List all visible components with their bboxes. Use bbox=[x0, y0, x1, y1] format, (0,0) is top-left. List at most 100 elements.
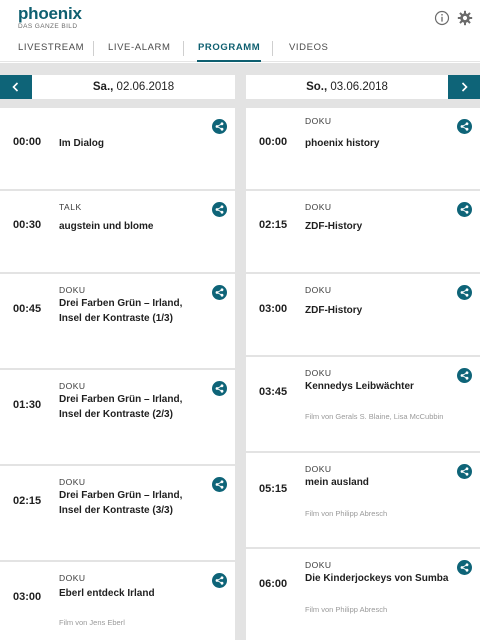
program-genre: DOKU bbox=[59, 381, 86, 391]
share-icon bbox=[215, 384, 224, 393]
next-day-button[interactable] bbox=[448, 75, 480, 99]
program-time: 01:30 bbox=[13, 399, 42, 411]
program-card[interactable]: DOKU 05:15 mein ausland Film von Philipp… bbox=[246, 453, 480, 547]
share-icon bbox=[460, 467, 469, 476]
program-time: 03:45 bbox=[259, 386, 288, 398]
program-time: 03:00 bbox=[13, 591, 42, 603]
program-genre: DOKU bbox=[59, 573, 86, 583]
program-title: Kennedys Leibwächter bbox=[305, 381, 414, 392]
phoenix-logo[interactable]: phoenix DAS GANZE BILD bbox=[18, 5, 82, 31]
share-button[interactable] bbox=[212, 119, 227, 134]
main-tabs: LIVESTREAM LIVE-ALARM PROGRAMM VIDEOS bbox=[0, 36, 480, 62]
program-title: augstein und blome bbox=[59, 221, 154, 232]
program-title: mein ausland bbox=[305, 477, 369, 488]
share-button[interactable] bbox=[212, 573, 227, 588]
tab-programm[interactable]: PROGRAMM bbox=[197, 36, 262, 62]
share-button[interactable] bbox=[212, 202, 227, 217]
program-genre: DOKU bbox=[305, 464, 332, 474]
program-credit: Film von Philipp Abresch bbox=[305, 605, 388, 614]
program-title: Drei Farben Grün – Irland, Insel der Kon… bbox=[59, 394, 183, 420]
share-button[interactable] bbox=[212, 477, 227, 492]
program-genre: DOKU bbox=[305, 368, 332, 378]
program-card[interactable]: DOKU 02:15 Drei Farben Grün – Irland, In… bbox=[0, 466, 235, 560]
tab-livestream[interactable]: LIVESTREAM bbox=[18, 36, 84, 62]
share-icon bbox=[460, 371, 469, 380]
program-time: 06:00 bbox=[259, 578, 288, 590]
share-button[interactable] bbox=[212, 381, 227, 396]
program-genre: DOKU bbox=[305, 285, 332, 295]
app-header: phoenix DAS GANZE BILD bbox=[0, 0, 480, 36]
program-genre: DOKU bbox=[305, 560, 332, 570]
share-button[interactable] bbox=[212, 285, 227, 300]
tab-videos[interactable]: VIDEOS bbox=[289, 36, 329, 62]
program-card[interactable]: DOKU 02:15 ZDF-History bbox=[246, 191, 480, 272]
program-time: 00:45 bbox=[13, 303, 42, 315]
share-icon bbox=[460, 122, 469, 131]
program-title: phoenix history bbox=[305, 138, 380, 149]
program-title: ZDF-History bbox=[305, 305, 363, 316]
program-time: 03:00 bbox=[259, 303, 288, 315]
share-icon bbox=[460, 563, 469, 572]
program-card[interactable]: 00:00 Im Dialog bbox=[0, 108, 235, 189]
program-genre: DOKU bbox=[305, 116, 332, 126]
share-icon bbox=[215, 480, 224, 489]
program-title: Drei Farben Grün – Irland, Insel der Kon… bbox=[59, 298, 183, 324]
info-icon[interactable] bbox=[434, 10, 450, 26]
day-header-sunday: So., 03.06.2018 bbox=[246, 75, 448, 99]
day-header-date: So., 03.06.2018 bbox=[246, 75, 448, 99]
share-button[interactable] bbox=[457, 368, 472, 383]
program-genre: DOKU bbox=[59, 477, 86, 487]
program-credit: Film von Jens Eberl bbox=[59, 618, 125, 627]
program-card[interactable]: DOKU 00:00 phoenix history bbox=[246, 108, 480, 189]
program-time: 00:30 bbox=[13, 219, 42, 231]
program-time: 00:00 bbox=[13, 136, 42, 148]
program-time: 02:15 bbox=[259, 219, 288, 231]
share-button[interactable] bbox=[457, 464, 472, 479]
share-button[interactable] bbox=[457, 285, 472, 300]
program-title: Die Kinderjockeys von Sumba bbox=[305, 573, 449, 584]
share-button[interactable] bbox=[457, 202, 472, 217]
day-header-saturday: Sa., 02.06.2018 bbox=[32, 75, 235, 99]
program-card[interactable]: DOKU 03:45 Kennedys Leibwächter Film von… bbox=[246, 357, 480, 451]
program-title: Drei Farben Grün – Irland, Insel der Kon… bbox=[59, 490, 183, 516]
program-card[interactable]: DOKU 01:30 Drei Farben Grün – Irland, In… bbox=[0, 370, 235, 464]
tab-live-alarm[interactable]: LIVE-ALARM bbox=[108, 36, 171, 62]
logo-text: phoenix bbox=[18, 4, 82, 23]
share-icon bbox=[460, 205, 469, 214]
chevron-right-icon bbox=[461, 82, 468, 92]
program-card[interactable]: DOKU 06:00 Die Kinderjockeys von Sumba F… bbox=[246, 549, 480, 640]
program-genre: DOKU bbox=[305, 202, 332, 212]
share-icon bbox=[215, 205, 224, 214]
program-time: 02:15 bbox=[13, 495, 42, 507]
program-title: ZDF-History bbox=[305, 221, 363, 232]
share-icon bbox=[215, 576, 224, 585]
program-credit: Film von Philipp Abresch bbox=[305, 509, 388, 518]
day-label: Sa., bbox=[92, 81, 114, 93]
tab-divider bbox=[183, 41, 184, 56]
share-icon bbox=[215, 288, 224, 297]
share-button[interactable] bbox=[457, 119, 472, 134]
gear-icon[interactable] bbox=[457, 10, 473, 26]
chevron-left-icon bbox=[12, 82, 19, 92]
program-card[interactable]: DOKU 00:45 Drei Farben Grün – Irland, In… bbox=[0, 274, 235, 368]
program-title: Eberl entdeck Irland bbox=[59, 588, 155, 599]
share-icon bbox=[460, 288, 469, 297]
program-credit: Film von Gerals S. Blaine, Lisa McCubbin bbox=[305, 412, 444, 421]
program-genre: DOKU bbox=[59, 285, 86, 295]
logo-tagline: DAS GANZE BILD bbox=[18, 23, 78, 30]
program-card[interactable]: DOKU 03:00 ZDF-History bbox=[246, 274, 480, 355]
previous-day-button[interactable] bbox=[0, 75, 32, 99]
date-label: 03.06.2018 bbox=[330, 81, 388, 93]
program-card[interactable]: TALK 00:30 augstein und blome bbox=[0, 191, 235, 272]
program-time: 00:00 bbox=[259, 136, 288, 148]
share-button[interactable] bbox=[457, 560, 472, 575]
date-label: 02.06.2018 bbox=[116, 81, 175, 93]
program-title: Im Dialog bbox=[59, 138, 105, 149]
program-time: 05:15 bbox=[259, 483, 288, 495]
day-label: So., bbox=[306, 81, 328, 93]
tab-divider bbox=[93, 41, 94, 56]
program-card[interactable]: DOKU 03:00 Eberl entdeck Irland Film von… bbox=[0, 562, 235, 640]
tab-divider bbox=[272, 41, 273, 56]
day-header-date: Sa., 02.06.2018 bbox=[32, 75, 235, 99]
share-icon bbox=[215, 122, 224, 131]
